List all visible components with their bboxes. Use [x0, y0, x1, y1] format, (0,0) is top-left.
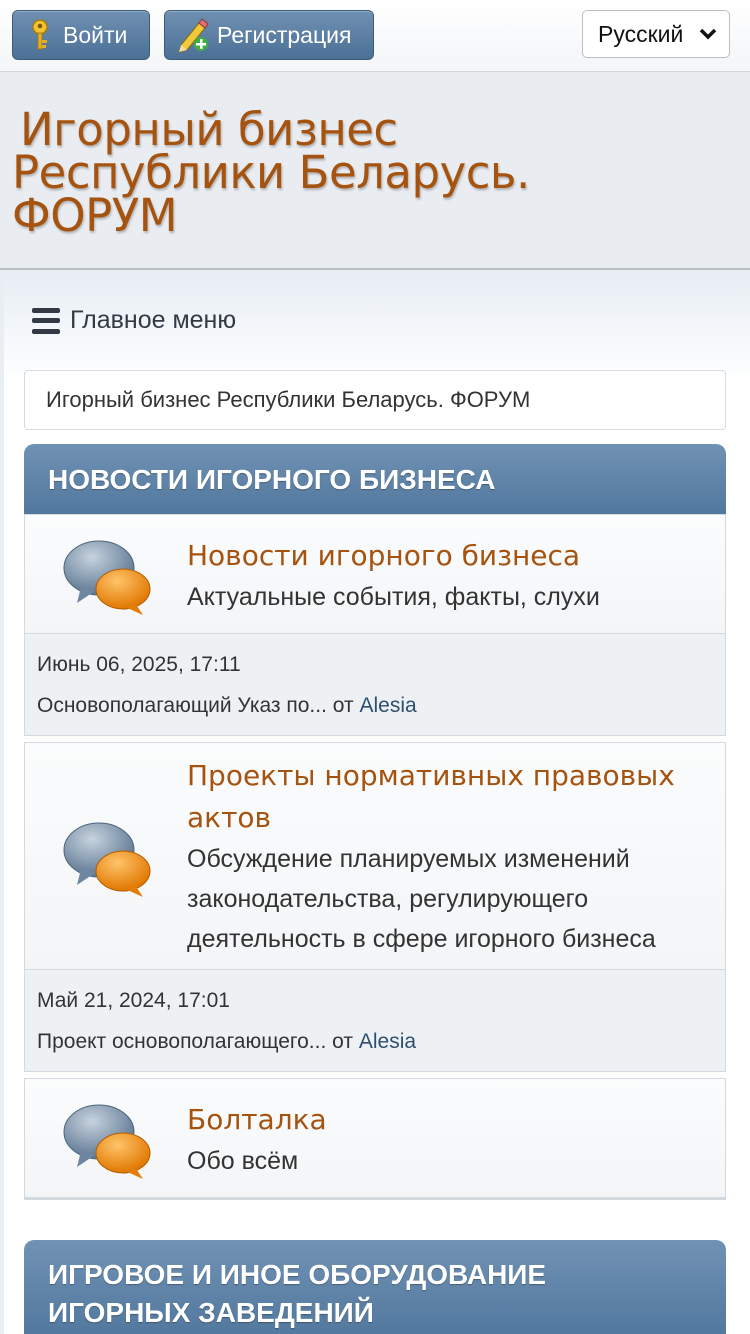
register-label: Регистрация: [217, 21, 352, 48]
last-post-date: Июнь 06, 2025, 17:11: [37, 653, 241, 676]
board-info: Новости игорного бизнеса Актуальные собы…: [25, 515, 725, 633]
last-post-link[interactable]: Проект основополагающего...: [37, 1030, 326, 1053]
language-value: Русский: [598, 20, 684, 47]
board-item: Новости игорного бизнеса Актуальные собы…: [24, 514, 726, 736]
board-title-link[interactable]: Проекты нормативных правовых актов: [187, 755, 705, 839]
category-header[interactable]: ИГРОВОЕ И ИНОЕ ОБОРУДОВАНИЕ ИГОРНЫХ ЗАВЕ…: [24, 1240, 726, 1334]
key-icon: [32, 19, 48, 50]
pencil-plus-icon: [178, 18, 209, 53]
board-description: Актуальные события, факты, слухи: [187, 583, 600, 611]
forum-title[interactable]: Игорный бизнес Республики Беларусь. ФОРУ…: [12, 103, 532, 242]
speech-bubbles-icon[interactable]: [61, 537, 153, 617]
forum-title-line2: Республики Беларусь.: [12, 146, 530, 199]
board-title-link[interactable]: Новости игорного бизнеса: [187, 535, 705, 577]
main-menu-label: Главное меню: [70, 306, 237, 334]
board-description-line3: деятельность в сфере игорного бизнеса: [187, 925, 656, 953]
language-select[interactable]: Русский: [582, 10, 730, 58]
breadcrumb-link-home[interactable]: Игорный бизнес Республики Беларусь. ФОРУ…: [46, 387, 530, 413]
board-title-line2: актов: [187, 801, 272, 834]
board-description-line1: Обсуждение планируемых изменений: [187, 845, 630, 873]
breadcrumb: Игорный бизнес Республики Беларусь. ФОРУ…: [24, 370, 726, 430]
hamburger-icon: [32, 307, 60, 334]
board-description: Обсуждение планируемых изменений законод…: [187, 839, 705, 959]
board-info: Болталка Обо всём: [25, 1079, 725, 1197]
main-menu-toggle[interactable]: Главное меню: [32, 306, 236, 335]
login-label: Войти: [63, 21, 128, 48]
board-description: Обо всём: [187, 1147, 299, 1175]
forum-title-line1: Игорный бизнес: [20, 103, 398, 156]
board-last-post: Май 21, 2024, 17:01 Проект основополагаю…: [25, 969, 725, 1071]
top-bar: Войти Регистрация Русский: [0, 0, 750, 72]
last-post-link[interactable]: Основополагающий Указ по...: [37, 694, 327, 717]
last-post-author[interactable]: Alesia: [359, 694, 416, 717]
category-title: НОВОСТИ ИГОРНОГО БИЗНЕСА: [48, 464, 496, 495]
category-header[interactable]: НОВОСТИ ИГОРНОГО БИЗНЕСА: [24, 444, 726, 516]
forum-header: Игорный бизнес Республики Беларусь. ФОРУ…: [0, 72, 750, 270]
forum-title-line3: ФОРУМ: [12, 189, 178, 242]
board-title-line1: Проекты нормативных правовых: [187, 759, 675, 792]
board-item: Болталка Обо всём: [24, 1078, 726, 1200]
board-last-post: Июнь 06, 2025, 17:11 Основополагающий Ук…: [25, 633, 725, 735]
chevron-down-icon: [699, 28, 717, 40]
board-info: Проекты нормативных правовых актов Обсуж…: [25, 743, 725, 969]
last-post-by: от: [332, 1030, 354, 1053]
last-post-by: от: [332, 694, 354, 717]
category-title-line2: ИГОРНЫХ ЗАВЕДЕНИЙ: [48, 1297, 374, 1328]
speech-bubbles-icon[interactable]: [61, 1101, 153, 1181]
board-item: Проекты нормативных правовых актов Обсуж…: [24, 742, 726, 1072]
board-title-link[interactable]: Болталка: [187, 1099, 705, 1141]
login-button[interactable]: Войти: [12, 10, 150, 60]
category-title-line1: ИГРОВОЕ И ИНОЕ ОБОРУДОВАНИЕ: [48, 1259, 547, 1290]
speech-bubbles-icon[interactable]: [61, 819, 153, 899]
main-content: Главное меню Игорный бизнес Республики Б…: [4, 274, 750, 1334]
board-description-line2: законодательства, регулирующего: [187, 885, 589, 913]
register-button[interactable]: Регистрация: [164, 10, 374, 60]
last-post-date: Май 21, 2024, 17:01: [37, 989, 230, 1012]
last-post-author[interactable]: Alesia: [359, 1030, 416, 1053]
